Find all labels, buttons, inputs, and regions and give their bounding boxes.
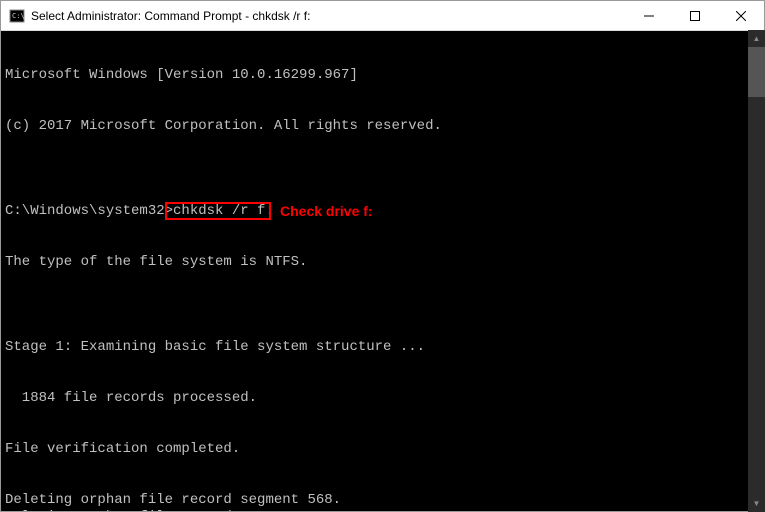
stage-line: Stage 1: Examining basic file system str… — [5, 339, 760, 356]
scroll-down-arrow-icon[interactable]: ▼ — [748, 495, 765, 512]
window-title: Select Administrator: Command Prompt - c… — [31, 9, 626, 23]
titlebar: C:\ Select Administrator: Command Prompt… — [1, 1, 764, 31]
maximize-button[interactable] — [672, 1, 718, 30]
copyright-line: (c) 2017 Microsoft Corporation. All righ… — [5, 118, 760, 135]
records-line: 1884 file records processed. — [5, 390, 760, 407]
vertical-scrollbar[interactable]: ▲ ▼ — [748, 30, 765, 512]
command-text: chkdsk /r f: — [173, 203, 274, 219]
terminal-output[interactable]: Microsoft Windows [Version 10.0.16299.96… — [1, 31, 764, 511]
svg-text:C:\: C:\ — [12, 12, 25, 20]
cmd-icon: C:\ — [9, 8, 25, 24]
annotation-text: Check drive f: — [280, 203, 373, 220]
close-button[interactable] — [718, 1, 764, 30]
prompt-text: C:\Windows\system32> — [5, 203, 173, 219]
minimize-button[interactable] — [626, 1, 672, 30]
prompt-line: C:\Windows\system32>chkdsk /r f: Check dr… — [5, 203, 760, 220]
window-controls — [626, 1, 764, 30]
fs-type-line: The type of the file system is NTFS. — [5, 254, 760, 271]
deleting-line: Deleting orphan file record segment 569. — [5, 509, 760, 511]
deleting-lines-container: Deleting orphan file record segment 568.… — [5, 492, 760, 511]
verification-line: File verification completed. — [5, 441, 760, 458]
scroll-up-arrow-icon[interactable]: ▲ — [748, 30, 765, 47]
deleting-line: Deleting orphan file record segment 568. — [5, 492, 760, 509]
version-line: Microsoft Windows [Version 10.0.16299.96… — [5, 67, 760, 84]
scroll-thumb[interactable] — [748, 47, 765, 97]
